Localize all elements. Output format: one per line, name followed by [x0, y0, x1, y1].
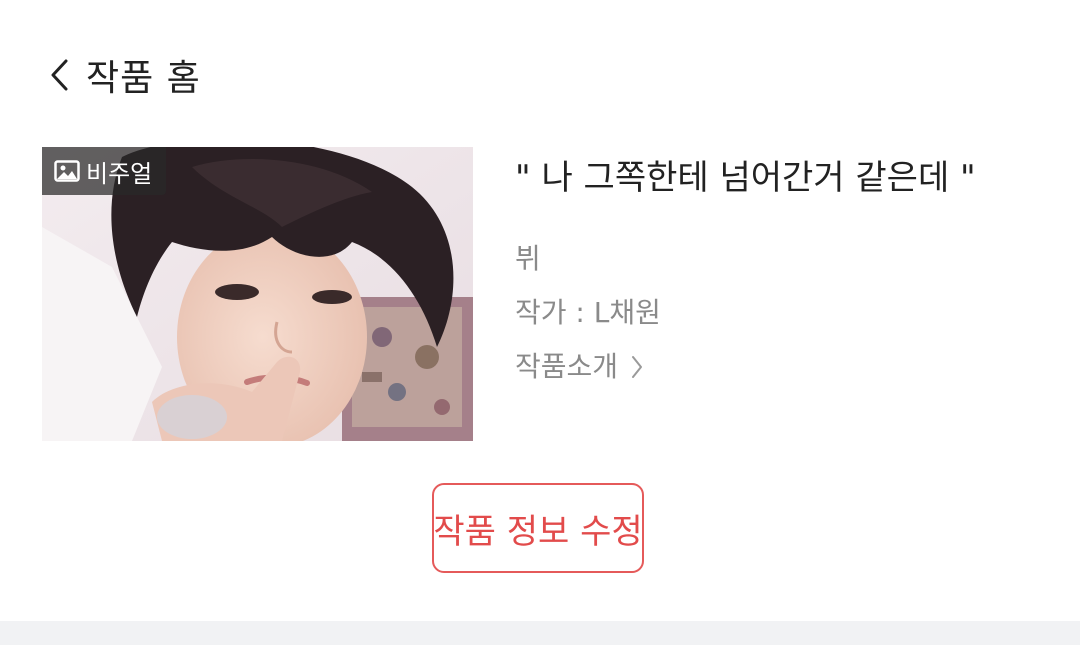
edit-work-info-button[interactable]: 작품 정보 수정	[432, 483, 644, 573]
chevron-left-icon[interactable]	[48, 55, 72, 95]
image-icon	[54, 158, 80, 184]
chevron-right-icon	[630, 354, 644, 380]
section-divider	[0, 621, 1080, 645]
badge-label: 비주얼	[86, 159, 153, 188]
work-info: " 나 그쪽한테 넘어간거 같은데 " 뷔 작가 : L채원 작품소개	[515, 150, 1075, 394]
edit-work-info-label: 작품 정보 수정	[433, 511, 643, 552]
work-title: " 나 그쪽한테 넘어간거 같은데 "	[515, 158, 976, 198]
back-to-home-button[interactable]: 작품 홈	[48, 50, 201, 100]
work-intro-link[interactable]: 작품소개	[515, 340, 1075, 394]
work-character: 뷔	[515, 242, 541, 275]
visual-badge: 비주얼	[42, 147, 167, 195]
work-thumbnail[interactable]: 비주얼	[42, 147, 473, 441]
work-author: 작가 : L채원	[515, 296, 661, 329]
page-title: 작품 홈	[86, 58, 201, 99]
work-intro-label: 작품소개	[515, 350, 619, 383]
